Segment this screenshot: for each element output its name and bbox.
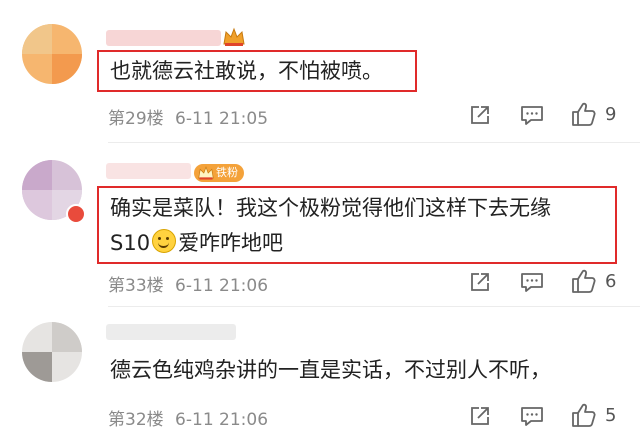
text-segment: 爱咋咋地吧	[178, 231, 284, 255]
comment-text-line-2: S10 爱咋咋地吧	[110, 226, 283, 260]
like-button[interactable]: 5	[571, 402, 616, 428]
share-icon	[471, 106, 489, 124]
fan-badge-label: 铁粉	[216, 166, 238, 179]
comment-icon	[521, 407, 543, 426]
comment-text: 德云色纯鸡杂讲的一直是实话，不过别人不听，	[110, 358, 551, 382]
comment-text: 也就德云社敢说，不怕被喷。	[110, 59, 383, 83]
floor-number: 第29楼	[108, 109, 164, 129]
comment-text-line-1: 确实是菜队！我这个极粉觉得他们这样下去无缘	[110, 196, 551, 220]
floor-number: 第32楼	[108, 410, 164, 430]
floor-number: 第33楼	[108, 276, 164, 296]
smile-emoji-icon	[152, 229, 177, 253]
crown-icon	[222, 26, 246, 52]
text-segment: S10	[110, 231, 151, 255]
reply-button[interactable]	[520, 405, 544, 427]
comment-meta: 第32楼 6-11 21:06	[108, 405, 268, 430]
comment-meta: 第33楼 6-11 21:06	[108, 271, 268, 296]
thumbs-up-icon	[572, 269, 596, 293]
share-button[interactable]	[469, 104, 491, 126]
like-count: 5	[605, 404, 617, 426]
like-button[interactable]: 9	[571, 101, 616, 127]
comment-icon	[521, 273, 543, 292]
thumbs-up-icon	[572, 403, 596, 427]
reply-button[interactable]	[520, 271, 544, 293]
fan-badge: 铁粉	[194, 164, 244, 182]
like-count: 9	[605, 103, 617, 125]
comment-meta: 第29楼 6-11 21:05	[108, 104, 268, 129]
timestamp: 6-11 21:06	[175, 276, 269, 296]
comment-icon	[521, 106, 543, 125]
share-button[interactable]	[469, 271, 491, 293]
crown-icon	[197, 165, 215, 187]
username-blurred[interactable]	[106, 324, 236, 340]
verified-badge-icon	[66, 204, 86, 224]
timestamp: 6-11 21:05	[175, 109, 269, 129]
share-button[interactable]	[469, 405, 491, 427]
share-icon	[471, 407, 489, 425]
timestamp: 6-11 21:06	[175, 410, 269, 430]
username-blurred[interactable]	[106, 163, 191, 179]
avatar[interactable]	[22, 24, 82, 84]
thumbs-up-icon	[572, 102, 596, 126]
like-count: 6	[605, 270, 617, 292]
like-button[interactable]: 6	[571, 268, 616, 294]
divider	[108, 306, 640, 307]
divider	[108, 142, 640, 143]
avatar[interactable]	[22, 322, 82, 382]
username-blurred[interactable]	[106, 30, 221, 46]
share-icon	[471, 273, 489, 291]
reply-button[interactable]	[520, 104, 544, 126]
